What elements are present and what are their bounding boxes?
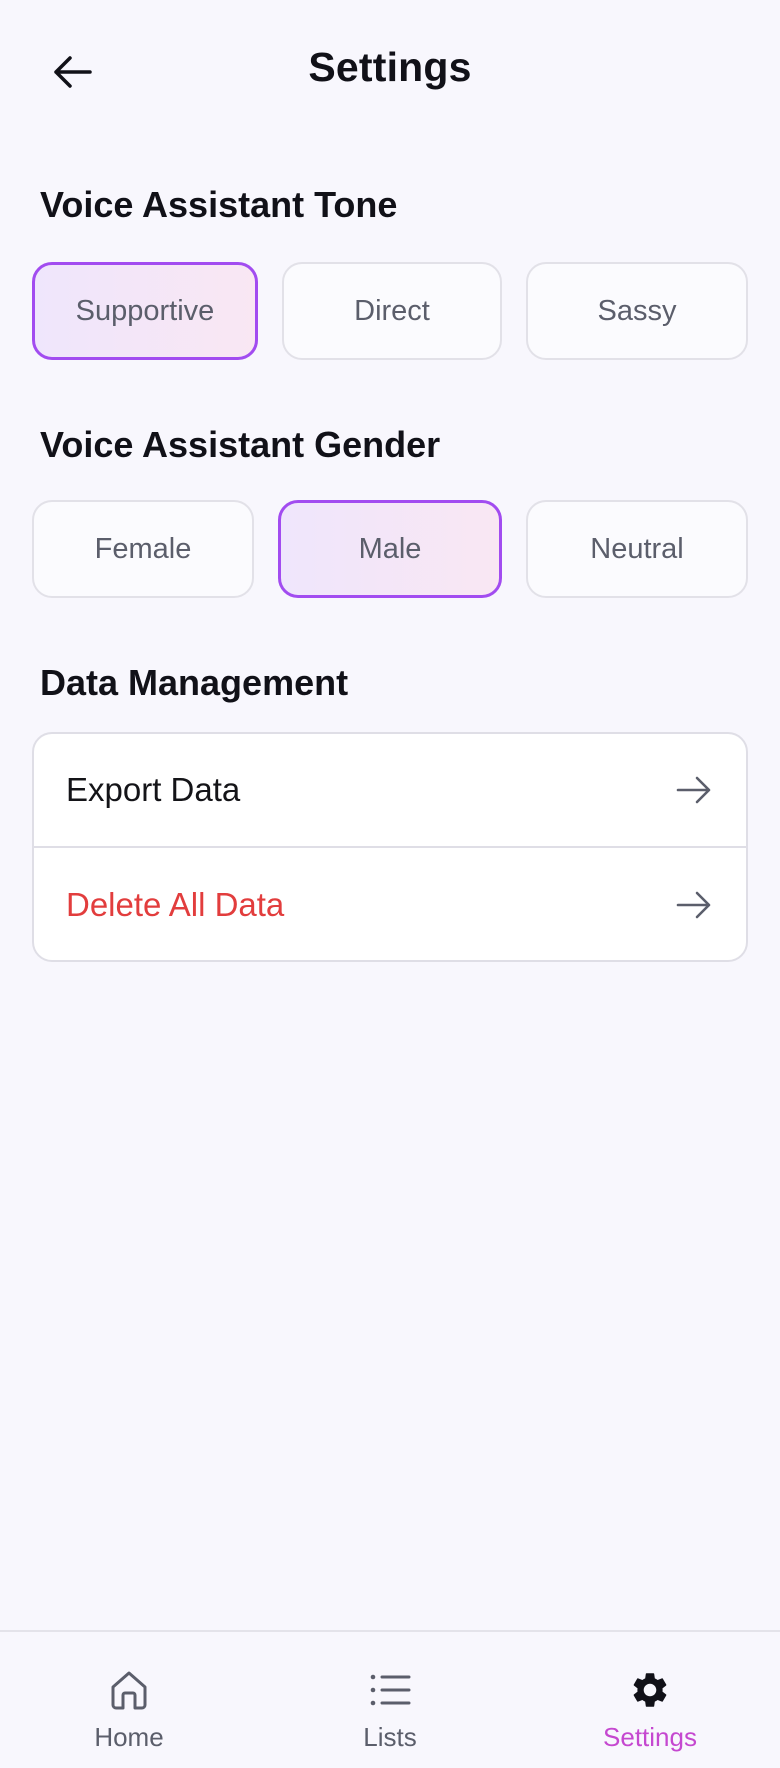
gender-option-neutral[interactable]: Neutral (526, 500, 748, 598)
tone-options: Supportive Direct Sassy (32, 262, 748, 360)
gear-icon (628, 1668, 672, 1712)
list-icon (368, 1668, 412, 1712)
settings-screen: Settings Voice Assistant Tone Supportive… (0, 0, 780, 1768)
gender-options: Female Male Neutral (32, 500, 748, 598)
tone-option-sassy[interactable]: Sassy (526, 262, 748, 360)
gender-option-male[interactable]: Male (278, 500, 502, 598)
page-title: Settings (308, 44, 472, 90)
nav-label-settings: Settings (603, 1722, 697, 1752)
delete-all-data-label: Delete All Data (66, 886, 285, 923)
nav-item-home[interactable]: Home (29, 1632, 229, 1768)
bottom-nav: Home Lists Settings (0, 1630, 780, 1768)
export-data-label: Export Data (66, 771, 241, 808)
gender-section-title: Voice Assistant Gender (40, 424, 441, 465)
nav-label-home: Home (94, 1722, 164, 1752)
nav-item-settings[interactable]: Settings (550, 1632, 750, 1768)
delete-all-data-row[interactable]: Delete All Data (34, 848, 746, 960)
export-data-row[interactable]: Export Data (34, 734, 746, 848)
arrow-right-icon (676, 891, 711, 919)
header: Settings (0, 0, 780, 144)
tone-option-direct[interactable]: Direct (282, 262, 502, 360)
tone-option-supportive[interactable]: Supportive (32, 262, 258, 360)
data-management-title: Data Management (40, 662, 349, 703)
tone-section-title: Voice Assistant Tone (40, 184, 398, 225)
data-management-card: Export Data Delete All Data (32, 732, 748, 962)
home-icon (107, 1668, 151, 1712)
nav-label-lists: Lists (363, 1722, 417, 1752)
arrow-right-icon (676, 776, 711, 804)
gender-option-female[interactable]: Female (32, 500, 254, 598)
nav-item-lists[interactable]: Lists (290, 1632, 490, 1768)
